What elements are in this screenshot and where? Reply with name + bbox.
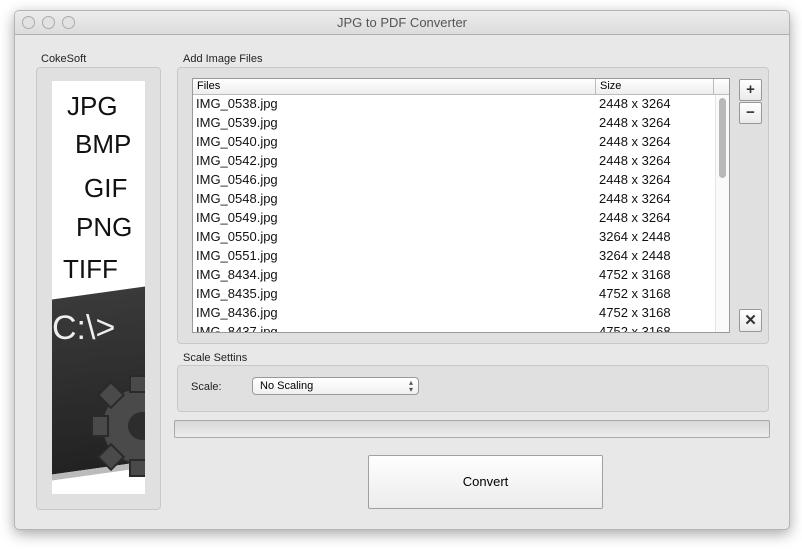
cokesoft-label: CokeSoft [41, 53, 87, 65]
table-row[interactable]: IMG_0540.jpg 2448 x 3264 [196, 134, 716, 153]
add-file-button[interactable]: + [739, 79, 762, 101]
convert-button[interactable]: Convert [368, 455, 603, 509]
file-name: IMG_0539.jpg [196, 115, 278, 130]
progress-bar [174, 420, 770, 438]
files-table: Files Size IMG_0538.jpg 2448 x 3264 IMG_05… [192, 78, 730, 333]
scrollbar[interactable] [715, 95, 729, 332]
file-size: 4752 x 3168 [599, 324, 671, 333]
file-size: 2448 x 3264 [599, 134, 671, 149]
table-row[interactable]: IMG_8434.jpg 4752 x 3168 [196, 267, 716, 286]
file-size: 3264 x 2448 [599, 248, 671, 263]
file-name: IMG_8436.jpg [196, 305, 278, 320]
scale-label: Scale: [191, 381, 222, 393]
scale-select[interactable]: No Scaling ▴ ▾ [252, 377, 419, 395]
file-name: IMG_8434.jpg [196, 267, 278, 282]
table-row[interactable]: IMG_0550.jpg 3264 x 2448 [196, 229, 716, 248]
file-name: IMG_0538.jpg [196, 96, 278, 111]
column-header-size[interactable]: Size [595, 79, 621, 94]
file-name: IMG_0540.jpg [196, 134, 278, 149]
logo-word: JPG [67, 91, 118, 121]
files-group: Files Size IMG_0538.jpg 2448 x 3264 IMG_05… [177, 67, 769, 344]
scale-select-value: No Scaling [260, 380, 314, 392]
logo-image: JPG BMP GIF PNG TIFF C:\> [52, 81, 145, 494]
file-size: 2448 x 3264 [599, 115, 671, 130]
logo-prompt: C:\> [52, 309, 116, 347]
title-bar: JPG to PDF Converter [15, 11, 789, 35]
table-row[interactable]: IMG_8436.jpg 4752 x 3168 [196, 305, 716, 324]
file-name: IMG_0551.jpg [196, 248, 278, 263]
file-name: IMG_8435.jpg [196, 286, 278, 301]
select-arrows-icon: ▴ ▾ [408, 378, 413, 394]
file-size: 4752 x 3168 [599, 305, 671, 320]
file-name: IMG_0549.jpg [196, 210, 278, 225]
file-name: IMG_0542.jpg [196, 153, 278, 168]
scale-group: Scale: No Scaling ▴ ▾ [177, 365, 769, 412]
logo-word: BMP [75, 129, 132, 159]
file-size: 4752 x 3168 [599, 286, 671, 301]
file-name: IMG_8437.jpg [196, 324, 278, 333]
file-size: 2448 x 3264 [599, 210, 671, 225]
file-name: IMG_0548.jpg [196, 191, 278, 206]
logo-box: JPG BMP GIF PNG TIFF C:\> [36, 67, 161, 510]
table-row[interactable]: IMG_0549.jpg 2448 x 3264 [196, 210, 716, 229]
scrollbar-thumb[interactable] [719, 98, 726, 178]
table-row[interactable]: IMG_0538.jpg 2448 x 3264 [196, 96, 716, 115]
gear-icon [91, 375, 145, 477]
add-files-group-label: Add Image Files [183, 53, 263, 65]
table-row[interactable]: IMG_0539.jpg 2448 x 3264 [196, 115, 716, 134]
file-size: 3264 x 2448 [599, 229, 671, 244]
app-window: JPG to PDF Converter CokeSoft JPG BMP GI… [14, 10, 790, 530]
logo-word: PNG [76, 212, 133, 242]
table-row[interactable]: IMG_0546.jpg 2448 x 3264 [196, 172, 716, 191]
table-row[interactable]: IMG_0548.jpg 2448 x 3264 [196, 191, 716, 210]
file-name: IMG_0550.jpg [196, 229, 278, 244]
file-size: 2448 x 3264 [599, 96, 671, 111]
file-size: 2448 x 3264 [599, 191, 671, 206]
file-size: 2448 x 3264 [599, 153, 671, 168]
column-header-files[interactable]: Files [197, 80, 220, 92]
file-name: IMG_0546.jpg [196, 172, 278, 187]
file-size: 4752 x 3168 [599, 267, 671, 282]
clear-files-button[interactable]: ✕ [739, 309, 762, 332]
logo-word: TIFF [63, 254, 118, 284]
remove-file-button[interactable]: − [739, 102, 762, 124]
table-header: Files Size [193, 79, 729, 95]
scale-group-label: Scale Settins [183, 352, 248, 364]
table-row[interactable]: IMG_8437.jpg 4752 x 3168 [196, 324, 716, 333]
table-row[interactable]: IMG_0551.jpg 3264 x 2448 [196, 248, 716, 267]
window-title: JPG to PDF Converter [336, 15, 468, 30]
table-row[interactable]: IMG_8435.jpg 4752 x 3168 [196, 286, 716, 305]
logo-word: GIF [84, 173, 128, 203]
file-size: 2448 x 3264 [599, 172, 671, 187]
table-row[interactable]: IMG_0542.jpg 2448 x 3264 [196, 153, 716, 172]
